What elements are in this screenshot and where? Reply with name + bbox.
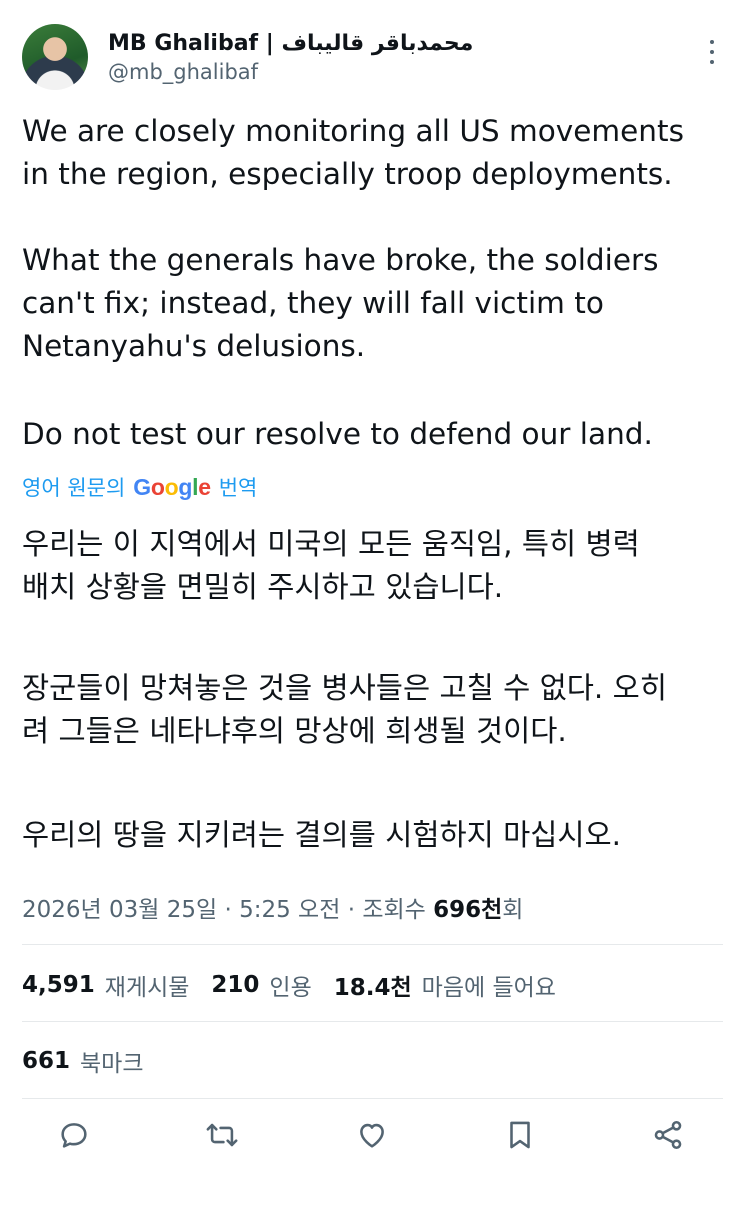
translated-paragraph-2: 장군들이 망쳐놓은 것을 병사들은 고칠 수 없다. 오히 려 그들은 네타냐후…: [22, 667, 727, 753]
quotes-label: 인용: [269, 975, 312, 1001]
translation-attribution[interactable]: 영어 원문의 Google 번역: [22, 470, 257, 504]
tweet-line: What the generals have broke, the soldie…: [22, 243, 659, 277]
translated-line: 우리는 이 지역에서 미국의 모든 움직임, 특히 병력: [22, 527, 640, 561]
tweet-line: We are closely monitoring all US movemen…: [22, 114, 684, 148]
tweet-header: MB Ghalibaf | محمدباقر قالیباف @mb_ghali…: [0, 0, 745, 100]
translated-line: 려 그들은 네타냐후의 망상에 희생될 것이다.: [22, 714, 567, 748]
reply-icon[interactable]: [54, 1115, 94, 1155]
divider: [22, 944, 723, 945]
tweet-paragraph-1: We are closely monitoring all US movemen…: [22, 110, 727, 196]
bookmark-stats: 661 북마크: [22, 1041, 166, 1081]
engagement-stats: 4,591 재게시물 210 인용 18.4천 마음에 들어요: [22, 965, 578, 1005]
translation-suffix[interactable]: 번역: [219, 472, 258, 502]
bookmarks-count: 661: [22, 1048, 71, 1074]
translated-paragraph-3: 우리의 땅을 지키려는 결의를 시험하지 마십시오.: [22, 814, 727, 857]
author-name-row[interactable]: MB Ghalibaf | محمدباقر قالیباف: [108, 28, 473, 58]
action-bar: [0, 1115, 745, 1163]
bookmarks-label: 북마크: [80, 1051, 144, 1077]
reposts-label: 재게시물: [104, 975, 190, 1001]
translated-paragraph-1: 우리는 이 지역에서 미국의 모든 움직임, 특히 병력 배치 상황을 면밀히 …: [22, 523, 727, 609]
tweet-paragraph-3: Do not test our resolve to defend our la…: [22, 413, 727, 456]
quotes-count: 210: [211, 972, 260, 998]
author-handle[interactable]: @mb_ghalibaf: [108, 60, 258, 84]
tweet-metadata: 2026년 03월 25일 · 5:25 오전 · 조회수 696천 회: [22, 887, 523, 927]
translation-prefix[interactable]: 영어 원문의: [22, 472, 125, 502]
tweet-line: Netanyahu's delusions.: [22, 329, 366, 363]
likes-count: 18.4천: [333, 975, 412, 1001]
tweet-line: can't fix; instead, they will fall victi…: [22, 286, 604, 320]
repost-icon[interactable]: [202, 1115, 242, 1155]
bookmarks-stat[interactable]: 661 북마크: [22, 1044, 144, 1078]
like-icon[interactable]: [352, 1115, 392, 1155]
view-count: 696천: [433, 897, 503, 923]
reposts-count: 4,591: [22, 972, 95, 998]
likes-label: 마음에 들어요: [421, 975, 556, 1001]
quotes-stat[interactable]: 210 인용: [211, 968, 311, 1002]
view-suffix: 회: [502, 897, 524, 923]
reposts-stat[interactable]: 4,591 재게시물: [22, 968, 189, 1002]
likes-stat[interactable]: 18.4천 마음에 들어요: [334, 968, 556, 1002]
share-icon[interactable]: [648, 1115, 688, 1155]
tweet-line: Do not test our resolve to defend our la…: [22, 417, 653, 451]
timestamp[interactable]: 2026년 03월 25일 · 5:25 오전 · 조회수: [22, 890, 426, 924]
translated-line: 배치 상황을 면밀히 주시하고 있습니다.: [22, 570, 504, 604]
divider: [22, 1098, 723, 1099]
author-name[interactable]: MB Ghalibaf | محمدباقر قالیباف: [108, 31, 473, 56]
google-logo: Google: [133, 473, 211, 500]
more-options-icon[interactable]: [700, 36, 724, 68]
divider: [22, 1021, 723, 1022]
translated-line: 장군들이 망쳐놓은 것을 병사들은 고칠 수 없다. 오히: [22, 671, 667, 705]
avatar[interactable]: [22, 24, 88, 90]
tweet-paragraph-2: What the generals have broke, the soldie…: [22, 239, 727, 368]
translated-line: 우리의 땅을 지키려는 결의를 시험하지 마십시오.: [22, 818, 622, 852]
bookmark-icon[interactable]: [500, 1115, 540, 1155]
tweet-line: in the region, especially troop deployme…: [22, 157, 673, 191]
